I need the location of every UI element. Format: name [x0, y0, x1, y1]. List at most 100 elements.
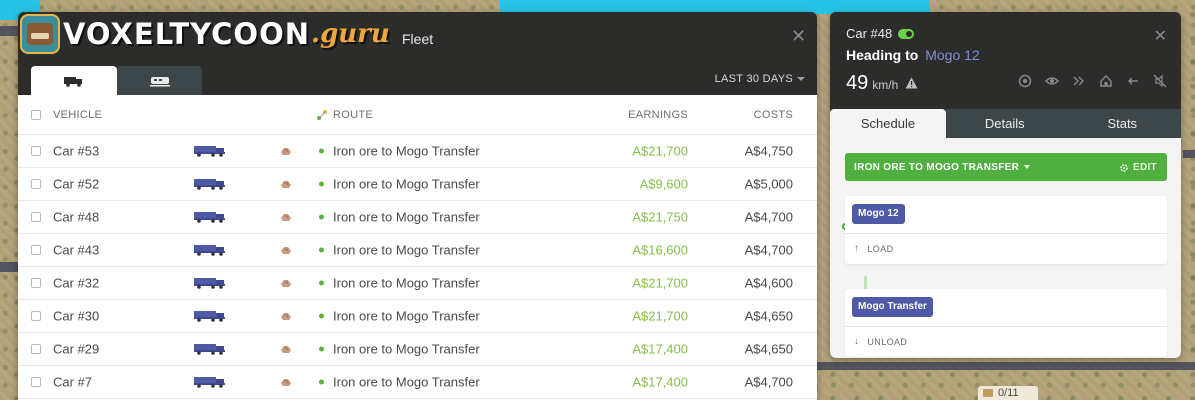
earnings-value: A$9,600 [639, 176, 688, 192]
tab-schedule[interactable]: Schedule [830, 109, 946, 138]
vehicle-name[interactable]: Car #52 [53, 177, 99, 192]
row-checkbox[interactable] [31, 212, 41, 222]
stop-name-row: Mogo 12 [845, 196, 1167, 234]
vehicle-name[interactable]: Car #30 [53, 309, 99, 324]
row-checkbox[interactable] [31, 377, 41, 387]
row-checkbox[interactable] [31, 344, 41, 354]
skip-forward-icon[interactable] [1072, 74, 1086, 88]
tab-stats[interactable]: Stats [1063, 109, 1181, 138]
locate-icon[interactable] [1018, 74, 1032, 88]
route-status-dot [319, 313, 324, 319]
table-row[interactable]: Car #32 Iron ore to Mogo Transfer A$21,7… [18, 267, 817, 300]
column-header-vehicle[interactable]: VEHICLE [53, 109, 102, 121]
speed-unit: km/h [872, 78, 899, 92]
tab-trains[interactable] [117, 66, 202, 95]
earnings-value: A$21,700 [632, 308, 688, 324]
road [1183, 150, 1195, 158]
row-checkbox[interactable] [31, 278, 41, 288]
route-name[interactable]: Iron ore to Mogo Transfer [333, 375, 480, 390]
vehicle-name[interactable]: Car #43 [53, 243, 99, 258]
row-checkbox[interactable] [31, 179, 41, 189]
reverse-icon[interactable] [1126, 74, 1140, 88]
route-name[interactable]: Iron ore to Mogo Transfer [333, 342, 480, 357]
stop-action-row: ↓ UNLOAD [845, 327, 1167, 357]
route-name[interactable]: Iron ore to Mogo Transfer [333, 243, 480, 258]
route-status-dot [319, 181, 324, 187]
route-name: IRON ORE TO MOGO TRANSFER [854, 161, 1020, 173]
route-name[interactable]: Iron ore to Mogo Transfer [333, 276, 480, 291]
stop-action-row: ↑ LOAD [845, 234, 1167, 264]
chevron-down-icon [797, 77, 805, 82]
truck-icon [194, 146, 225, 157]
tab-trucks[interactable] [31, 66, 117, 95]
schedule-stop[interactable]: Mogo Transfer ↓ UNLOAD [845, 289, 1167, 357]
table-row[interactable]: Car #52 Iron ore to Mogo Transfer A$9,60… [18, 168, 817, 201]
row-checkbox[interactable] [31, 311, 41, 321]
route-name[interactable]: Iron ore to Mogo Transfer [333, 210, 480, 225]
stop-action[interactable]: ↑ LOAD [854, 243, 894, 254]
route-selector[interactable]: IRON ORE TO MOGO TRANSFER EDIT [845, 153, 1167, 181]
period-dropdown[interactable]: LAST 30 DAYS [715, 73, 805, 85]
stop-action[interactable]: ↓ UNLOAD [854, 336, 907, 347]
edit-label: EDIT [1133, 162, 1157, 173]
truck-icon [64, 76, 82, 87]
route-name[interactable]: Iron ore to Mogo Transfer [333, 177, 480, 192]
column-header-route[interactable]: ROUTE [333, 109, 373, 121]
select-all-checkbox[interactable] [31, 109, 41, 120]
vehicle-name[interactable]: Car #7 [53, 375, 92, 390]
table-row[interactable]: Car #48 Iron ore to Mogo Transfer A$21,7… [18, 201, 817, 234]
tab-details[interactable]: Details [946, 109, 1064, 138]
table-row[interactable]: Car #30 Iron ore to Mogo Transfer A$21,7… [18, 300, 817, 333]
vehicle-name[interactable]: Car #29 [53, 342, 99, 357]
table-row[interactable]: Car #29 Iron ore to Mogo Transfer A$17,4… [18, 333, 817, 366]
vehicle-name[interactable]: Car #32 [53, 276, 99, 291]
stop-name[interactable]: Mogo Transfer [852, 297, 933, 317]
eye-icon[interactable] [1045, 74, 1059, 88]
depot-icon[interactable] [1099, 74, 1113, 88]
table-header: VEHICLE ROUTE EARNINGS COSTS [18, 95, 817, 135]
logo-mascot-icon [20, 14, 60, 54]
table-row[interactable]: Car #7 Iron ore to Mogo Transfer A$17,40… [18, 366, 817, 399]
destination-link[interactable]: Mogo 12 [925, 47, 979, 63]
stop-name[interactable]: Mogo 12 [852, 204, 905, 224]
window-title: Fleet [402, 31, 434, 47]
speed-readout: 49 km/h [846, 72, 918, 95]
route-icon [317, 109, 327, 120]
vehicle-tabs: Schedule Details Stats [830, 109, 1181, 138]
route-status-dot [319, 148, 324, 154]
truck-icon [194, 344, 225, 355]
vehicle-enabled-toggle[interactable] [898, 28, 915, 39]
column-header-costs[interactable]: COSTS [754, 109, 793, 121]
truck-icon [194, 311, 225, 322]
cargo-counter: 0/11 [978, 386, 1038, 400]
costs-value: A$5,000 [744, 176, 793, 192]
period-label: LAST 30 DAYS [714, 73, 793, 85]
table-row[interactable]: Car #53 Iron ore to Mogo Transfer A$21,7… [18, 135, 817, 168]
vehicle-type-tabs [31, 66, 202, 95]
heading-label: Heading to [846, 47, 919, 63]
road [0, 26, 18, 36]
vehicle-title: Car #48 [846, 26, 915, 41]
vehicle-name[interactable]: Car #53 [53, 144, 99, 159]
column-header-earnings[interactable]: EARNINGS [628, 109, 688, 121]
iron-ore-icon [281, 148, 291, 155]
costs-value: A$4,700 [744, 242, 793, 258]
costs-value: A$4,650 [744, 308, 793, 324]
iron-ore-icon [281, 181, 291, 188]
route-name[interactable]: Iron ore to Mogo Transfer [333, 309, 480, 324]
vehicle-name[interactable]: Car #48 [53, 210, 99, 225]
row-checkbox[interactable] [31, 245, 41, 255]
close-icon[interactable]: ✕ [791, 27, 806, 45]
stop-name-row: Mogo Transfer [845, 289, 1167, 327]
table-row[interactable]: Car #43 Iron ore to Mogo Transfer A$16,6… [18, 234, 817, 267]
earnings-value: A$17,400 [632, 374, 688, 390]
row-checkbox[interactable] [31, 146, 41, 156]
fleet-window: VOXELTYCOON .guru Fleet ✕ LAST 30 DAYS V… [18, 12, 817, 400]
iron-ore-icon [281, 280, 291, 287]
schedule-stop[interactable]: Mogo 12 ↑ LOAD [845, 196, 1167, 264]
close-icon[interactable]: ✕ [1154, 26, 1167, 46]
route-name[interactable]: Iron ore to Mogo Transfer [333, 144, 480, 159]
mute-icon[interactable] [1153, 74, 1167, 88]
logo: VOXELTYCOON .guru [18, 14, 390, 54]
edit-route-button[interactable]: EDIT [1119, 162, 1157, 173]
